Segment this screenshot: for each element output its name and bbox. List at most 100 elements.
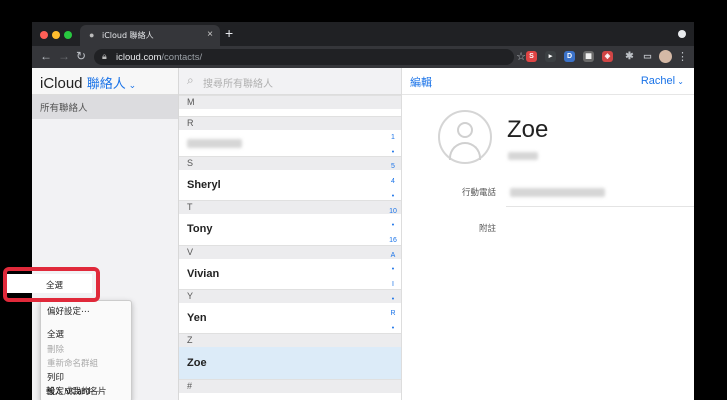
person-head-icon	[457, 122, 473, 138]
address-bar: ← → ↻ 🔒︎ icloud.com/contacts/ ☆ S ▸ D ▦ ◈ ✱ …	[32, 46, 694, 68]
back-button[interactable]: ←	[40, 49, 52, 63]
url-text: icloud.com/contacts/	[116, 52, 202, 63]
contact-name: Sheryl	[187, 179, 221, 191]
new-tab-button[interactable]: +	[225, 25, 233, 41]
section-letter: S	[187, 158, 194, 168]
contacts-list: ⌕ 搜尋所有聯絡人 M R S Sheryl T Tony V Vivian Y…	[179, 68, 402, 400]
chevron-down-icon: ⌄	[125, 81, 137, 91]
menu-item-select-all[interactable]: 全選	[47, 328, 64, 340]
app-title[interactable]: iCloud 聯絡人 ⌄	[40, 73, 136, 92]
close-window-button[interactable]	[40, 31, 48, 39]
contact-full-name: Zoe	[507, 116, 549, 143]
highlight-box	[3, 267, 100, 302]
blurred-phone	[510, 188, 605, 197]
sidebar-header: iCloud 聯絡人 ⌄	[32, 68, 178, 95]
url-field[interactable]: 🔒︎ icloud.com/contacts/ ☆	[94, 49, 526, 65]
index-letter[interactable]: 16	[386, 237, 400, 244]
account-menu[interactable]: Rachel ⌄	[641, 75, 684, 87]
grid-extension-icon[interactable]: ▦	[583, 51, 594, 62]
index-letter[interactable]: A	[386, 252, 400, 259]
list-item[interactable]: Yen	[179, 303, 401, 334]
reload-button[interactable]: ↻	[76, 49, 86, 63]
menu-item-rename-group[interactable]: 重新命名群組	[47, 357, 98, 369]
section-letter: V	[187, 247, 194, 257]
contact-name: Vivian	[187, 268, 220, 280]
play-extension-icon[interactable]: ▸	[545, 51, 556, 62]
section-letter: M	[187, 97, 195, 107]
contact-name: Tony	[187, 223, 213, 235]
index-letter[interactable]: •	[386, 296, 400, 303]
search-input[interactable]: 搜尋所有聯絡人	[203, 75, 273, 90]
index-letter[interactable]: •	[386, 149, 400, 156]
s-extension-icon[interactable]: S	[526, 51, 537, 62]
section-letter: Z	[187, 335, 193, 345]
index-letter[interactable]: •	[386, 325, 400, 332]
contact-name: Yen	[187, 312, 207, 324]
chevron-down-icon: ⌄	[675, 77, 684, 86]
forward-button[interactable]: →	[58, 49, 70, 63]
blurred-name	[187, 139, 242, 148]
index-letter[interactable]: 1	[386, 134, 400, 141]
section-header: Z	[179, 333, 401, 347]
section-letter: #	[187, 381, 193, 391]
contact-detail: 編輯 Rachel ⌄ Zoe 行動電話 附註	[402, 68, 694, 400]
blurred-company	[508, 152, 538, 160]
list-item[interactable]: Sheryl	[179, 170, 401, 201]
zoom-window-button[interactable]	[64, 31, 72, 39]
index-letter[interactable]: R	[386, 310, 400, 317]
list-item[interactable]: Vivian	[179, 259, 401, 290]
account-name: Rachel	[640, 75, 676, 87]
section-letter: R	[187, 118, 194, 128]
browser-tab[interactable]: ● iCloud 聯絡人 ×	[80, 25, 220, 46]
menu-item-print[interactable]: 列印	[47, 371, 64, 383]
apple-icon: ●	[89, 30, 95, 40]
contact-photo[interactable]	[438, 110, 492, 164]
minimize-window-button[interactable]	[52, 31, 60, 39]
search-icon: ⌕	[187, 73, 194, 87]
edit-button[interactable]: 編輯	[410, 74, 432, 90]
puzzle-extensions-icon[interactable]: ✱	[624, 51, 635, 62]
note-field-label: 附註	[478, 224, 496, 234]
avatar[interactable]	[659, 50, 672, 63]
section-header: Y	[179, 289, 401, 303]
section-header: M	[179, 95, 401, 109]
menu-item-delete[interactable]: 刪除	[47, 343, 64, 355]
list-item[interactable]: Tony	[179, 214, 401, 246]
icloud-contacts-app: iCloud 聯絡人 ⌄ 所有聯絡人 偏好設定⋯ 全選 刪除 重新命名群組 列印…	[32, 68, 694, 400]
index-letter[interactable]: 4	[386, 178, 400, 185]
tab-strip: ● iCloud 聯絡人 × +	[32, 22, 694, 46]
tab-title: iCloud 聯絡人	[102, 31, 154, 40]
browser-menu-icon[interactable]: ⋮	[677, 50, 688, 63]
list-item-selected[interactable]: Zoe	[179, 347, 401, 380]
sidebar: iCloud 聯絡人 ⌄ 所有聯絡人 偏好設定⋯ 全選 刪除 重新命名群組 列印…	[32, 68, 179, 400]
sidebar-item-all-contacts[interactable]: 所有聯絡人	[32, 95, 178, 119]
app-title-section: 聯絡人	[86, 77, 126, 92]
menu-item-preferences[interactable]: 偏好設定⋯	[47, 305, 90, 317]
lock-icon: 🔒︎	[102, 51, 107, 61]
index-letter[interactable]: 5	[386, 163, 400, 170]
section-letter: Y	[187, 291, 194, 301]
contact-name: Zoe	[187, 357, 207, 369]
search-bar[interactable]: ⌕ 搜尋所有聯絡人	[179, 68, 401, 95]
sidebar-item-label: 所有聯絡人	[40, 103, 88, 114]
section-header: T	[179, 200, 401, 214]
list-item[interactable]	[179, 130, 401, 157]
index-letter[interactable]: •	[386, 222, 400, 229]
cast-icon[interactable]: ▭	[642, 51, 653, 62]
menu-item-import-vcard[interactable]: 輸入 vCard⋯	[46, 385, 99, 397]
index-letter[interactable]: 10	[386, 208, 400, 215]
section-header: V	[179, 245, 401, 259]
close-tab-icon[interactable]: ×	[207, 29, 213, 40]
index-letter[interactable]: •	[386, 266, 400, 273]
shield-extension-icon[interactable]: ◈	[602, 51, 613, 62]
person-body-icon	[449, 142, 481, 160]
phone-field-label: 行動電話	[461, 188, 496, 198]
url-path: /contacts/	[161, 52, 203, 63]
index-letter[interactable]: I	[386, 281, 400, 288]
tab-search-button[interactable]	[678, 30, 686, 38]
bookmark-star-icon[interactable]: ☆	[516, 50, 526, 63]
browser-window: ● iCloud 聯絡人 × + ← → ↻ 🔒︎ icloud.com/con…	[32, 22, 694, 400]
index-letter[interactable]: •	[386, 193, 400, 200]
d-extension-icon[interactable]: D	[564, 51, 575, 62]
section-header: S	[179, 156, 401, 170]
